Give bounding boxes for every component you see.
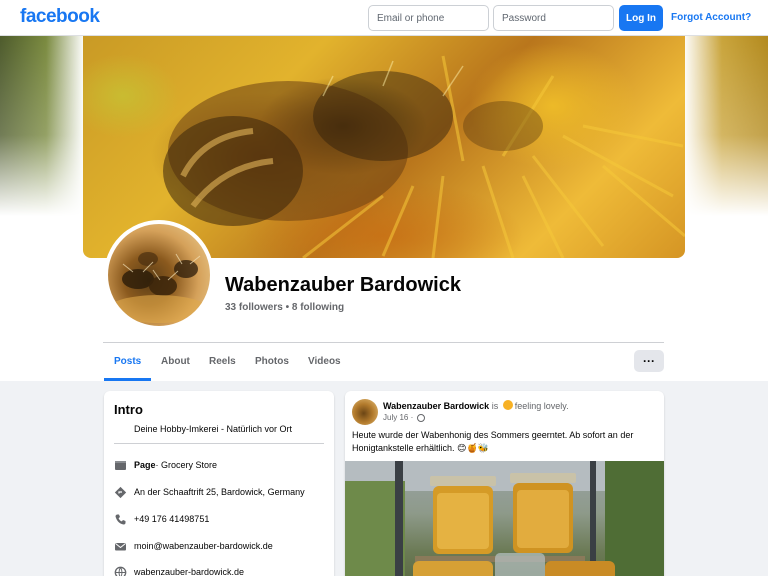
post-activity: feeling lovely.: [514, 401, 569, 411]
intro-address: An der Schaaftrift 25, Bardowick, German…: [114, 485, 305, 499]
tabs-divider: [103, 342, 664, 343]
tab-videos[interactable]: Videos: [308, 356, 341, 367]
top-bar: facebook Log In Forgot Account?: [0, 0, 768, 36]
profile-avatar[interactable]: [104, 220, 214, 330]
facebook-logo[interactable]: facebook: [20, 6, 100, 28]
flag-icon: [114, 459, 127, 472]
post-header: Wabenzauber Bardowick is feeling lovely.: [383, 400, 569, 411]
phone-number[interactable]: +49 176 41498751: [134, 514, 209, 524]
tab-reels[interactable]: Reels: [209, 356, 236, 367]
intro-phone: +49 176 41498751: [114, 512, 209, 526]
globe-icon: [114, 566, 127, 576]
post-author-avatar[interactable]: [352, 399, 378, 425]
envelope-icon: [114, 540, 127, 553]
category-label: Page: [134, 460, 156, 470]
post-photo[interactable]: [345, 461, 664, 576]
phone-icon: [114, 513, 127, 526]
intro-card: Intro Deine Hobby-Imkerei - Natürlich vo…: [104, 391, 334, 576]
follower-stats[interactable]: 33 followers • 8 following: [225, 302, 344, 313]
post-timestamp[interactable]: July 16 ·: [383, 413, 426, 422]
feeling-emoji-icon: [502, 400, 513, 410]
intro-category: Page · Grocery Store: [114, 458, 217, 472]
category-value: · Grocery Store: [155, 460, 218, 470]
email-input[interactable]: [368, 5, 489, 31]
tab-about[interactable]: About: [161, 356, 190, 367]
public-globe-icon: [417, 413, 426, 422]
page-title: Wabenzauber Bardowick: [225, 274, 461, 296]
password-input[interactable]: [493, 5, 614, 31]
post-author-name[interactable]: Wabenzauber Bardowick: [383, 401, 489, 411]
activity-prefix: is: [489, 401, 501, 411]
post-text: Heute wurde der Wabenhonig des Sommers g…: [352, 430, 634, 453]
address-text[interactable]: An der Schaaftrift 25, Bardowick, German…: [134, 487, 305, 497]
intro-bio: Deine Hobby-Imkerei - Natürlich vor Ort: [134, 424, 293, 434]
tab-photos[interactable]: Photos: [255, 356, 289, 367]
active-tab-indicator: [104, 378, 151, 381]
forgot-account-link[interactable]: Forgot Account?: [671, 12, 751, 23]
tab-posts[interactable]: Posts: [114, 356, 141, 367]
website-link[interactable]: wabenzauber-bardowick.de: [134, 567, 244, 576]
email-address[interactable]: moin@wabenzauber-bardowick.de: [134, 541, 273, 551]
intro-website: wabenzauber-bardowick.de: [114, 565, 244, 576]
intro-divider: [114, 443, 324, 444]
post-date-text: July 16 ·: [383, 413, 414, 422]
honey-jars-image: [345, 461, 664, 576]
directions-icon: [114, 486, 127, 499]
intro-email: moin@wabenzauber-bardowick.de: [114, 539, 273, 553]
intro-heading: Intro: [114, 402, 143, 417]
more-options-button[interactable]: ···: [634, 350, 664, 372]
bees-avatar-image: [108, 252, 208, 323]
login-button[interactable]: Log In: [619, 5, 663, 31]
post-card: Wabenzauber Bardowick is feeling lovely.…: [345, 391, 664, 576]
